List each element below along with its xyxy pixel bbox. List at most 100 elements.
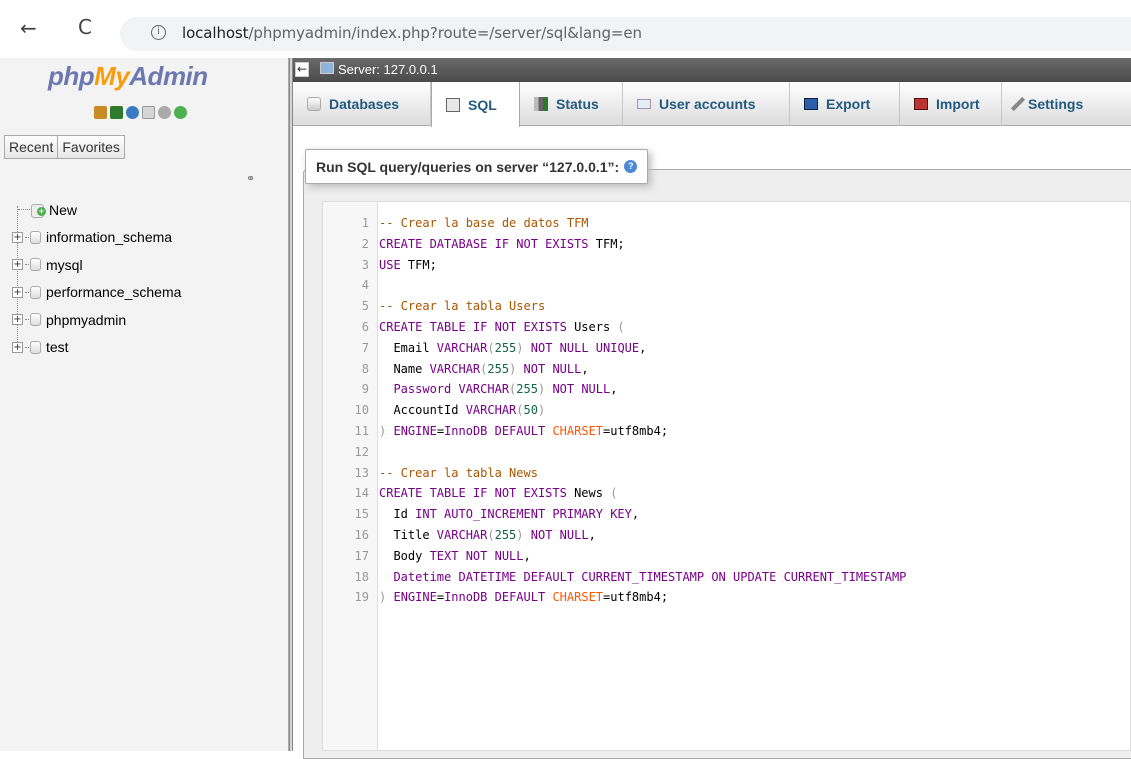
database-tree: New + information_schema + mysql + perfo…	[12, 196, 282, 361]
code-line: 9 Password VARCHAR(255) NOT NULL,	[323, 379, 1131, 400]
tree-item-information-schema[interactable]: + information_schema	[12, 224, 282, 252]
line-number: 4	[361, 278, 369, 293]
tab-label: SQL	[468, 96, 497, 113]
collapse-panel-button[interactable]: ←	[295, 62, 309, 77]
line-number: 2	[361, 236, 369, 251]
line-number: 5	[361, 299, 369, 314]
home-icon[interactable]	[94, 106, 107, 119]
database-icon	[30, 258, 41, 272]
tab-export[interactable]: Export	[790, 82, 900, 126]
tree-item-label: information_schema	[46, 229, 173, 246]
database-icon	[30, 285, 41, 299]
expand-icon[interactable]: +	[12, 314, 23, 326]
tree-item-label: phpmyadmin	[46, 311, 127, 328]
code-line: 6 CREATE TABLE IF NOT EXISTS Users (	[323, 317, 1131, 338]
tab-label: Settings	[1028, 96, 1084, 112]
favorites-button[interactable]: Favorites	[57, 135, 125, 159]
line-number: 16	[354, 527, 369, 542]
server-icon	[320, 62, 334, 74]
url-host: localhost	[182, 24, 249, 42]
database-icon	[307, 97, 321, 111]
tree-connector	[25, 236, 29, 238]
documentation-icon[interactable]	[142, 106, 155, 119]
line-number: 6	[361, 319, 369, 334]
tree-connector	[18, 209, 30, 211]
gear-icon[interactable]	[158, 106, 171, 119]
code-text: Email VARCHAR(255) NOT NULL UNIQUE,	[379, 340, 647, 355]
expand-icon[interactable]: +	[12, 341, 23, 353]
user-accounts-icon	[637, 99, 651, 109]
line-number: 1	[361, 216, 369, 230]
code-text: USE TFM;	[379, 257, 437, 272]
top-menu: Databases SQL Status User accounts Expor…	[293, 82, 1131, 127]
tab-databases[interactable]: Databases	[293, 82, 431, 126]
tree-connector	[25, 291, 29, 293]
tree-item-new[interactable]: New	[12, 196, 282, 224]
tree-item-mysql[interactable]: + mysql	[12, 251, 282, 279]
sql-icon	[446, 97, 460, 112]
tab-import[interactable]: Import	[900, 82, 1002, 126]
back-icon[interactable]: ←	[20, 18, 37, 38]
code-line: 10 AccountId VARCHAR(50)	[323, 400, 1131, 421]
server-breadcrumb[interactable]: Server: 127.0.0.1	[338, 62, 438, 77]
status-icon	[534, 97, 548, 111]
expand-icon[interactable]: +	[12, 259, 23, 271]
tab-user-accounts[interactable]: User accounts	[623, 82, 790, 126]
line-number: 9	[361, 382, 369, 397]
code-text: -- Crear la base de datos TFM	[379, 216, 589, 230]
export-icon	[804, 98, 818, 110]
tab-label: Status	[556, 96, 599, 112]
url-text[interactable]: localhost/phpmyadmin/index.php?route=/se…	[182, 24, 642, 42]
server-breadcrumb-bar: ← Server: 127.0.0.1	[293, 58, 1131, 82]
line-number: 17	[354, 548, 369, 563]
line-number: 10	[354, 403, 369, 418]
code-text: ) ENGINE=InnoDB DEFAULT CHARSET=utf8mb4;	[379, 423, 669, 438]
info-icon[interactable]: i	[151, 25, 166, 40]
code-line: 16 Title VARCHAR(255) NOT NULL,	[323, 525, 1131, 546]
phpmyadmin-logo[interactable]: phpMyAdmin	[48, 61, 208, 92]
browser-toolbar: ← C i localhost/phpmyadmin/index.php?rou…	[0, 0, 1131, 58]
reload-navigation-icon[interactable]	[174, 106, 187, 119]
tab-label: Import	[936, 96, 980, 112]
tree-connector	[25, 319, 29, 321]
code-line: 12	[323, 442, 1131, 463]
database-icon	[30, 313, 41, 327]
url-path: /phpmyadmin/index.php?route=/server/sql&…	[248, 24, 642, 42]
tree-item-test[interactable]: + test	[12, 334, 282, 362]
code-line: 4	[323, 275, 1131, 296]
line-number: 8	[361, 361, 369, 376]
sql-editor[interactable]: 1 -- Crear la base de datos TFM 2 CREATE D…	[322, 201, 1131, 751]
code-lines: 1 -- Crear la base de datos TFM 2 CREATE D…	[323, 213, 1131, 608]
help-icon[interactable]: ?	[624, 160, 638, 173]
expand-icon[interactable]: +	[12, 231, 23, 243]
code-text: CREATE TABLE IF NOT EXISTS News (	[379, 486, 618, 501]
tree-item-performance-schema[interactable]: + performance_schema	[12, 279, 282, 307]
tab-sql[interactable]: SQL	[431, 82, 520, 127]
logout-icon[interactable]	[110, 106, 123, 119]
line-number: 14	[354, 486, 369, 501]
link-icon[interactable]: ⚭	[246, 172, 255, 185]
tree-connector	[25, 346, 29, 348]
line-number: 15	[354, 507, 369, 522]
line-number: 3	[361, 257, 369, 272]
help-icon[interactable]	[126, 106, 139, 119]
code-line: 18 Datetime DATETIME DEFAULT CURRENT_TIM…	[323, 567, 1131, 588]
tree-item-phpmyadmin[interactable]: + phpmyadmin	[12, 306, 282, 334]
code-line: 7 Email VARCHAR(255) NOT NULL UNIQUE,	[323, 338, 1131, 359]
reload-icon[interactable]: C	[78, 17, 92, 37]
code-line: 15 Id INT AUTO_INCREMENT PRIMARY KEY,	[323, 504, 1131, 525]
line-number: 7	[361, 340, 369, 355]
code-text: ) ENGINE=InnoDB DEFAULT CHARSET=utf8mb4;	[379, 590, 669, 605]
line-number: 11	[354, 423, 369, 438]
tab-settings[interactable]: Settings	[1002, 82, 1131, 126]
sql-query-legend: Run SQL query/queries on server “127.0.0…	[305, 149, 649, 184]
code-text: Datetime DATETIME DEFAULT CURRENT_TIMEST…	[393, 569, 907, 584]
expand-icon[interactable]: +	[12, 286, 23, 298]
recent-button[interactable]: Recent	[4, 135, 59, 159]
tab-status[interactable]: Status	[520, 82, 623, 126]
tree-item-label: New	[49, 201, 78, 218]
legend-text: Run SQL query/queries on server “127.0.0…	[316, 158, 620, 175]
wrench-icon	[1010, 96, 1026, 112]
line-number: 13	[354, 465, 369, 480]
